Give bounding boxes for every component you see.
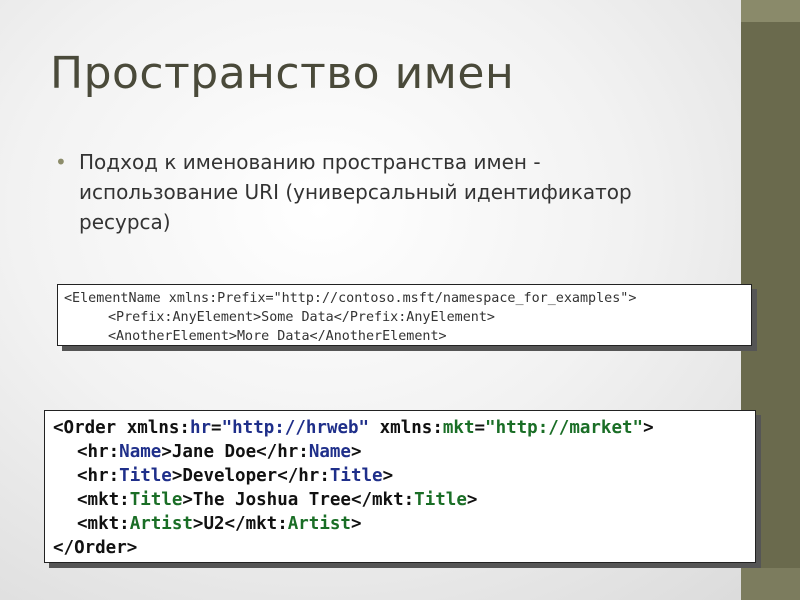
code-token: >U2</mkt: (192, 514, 288, 534)
slide: Пространство имен • Подход к именованию … (0, 0, 800, 600)
code-token: > (350, 514, 362, 534)
code-token: <mkt: (77, 514, 130, 534)
code-token-name: Name (308, 442, 351, 462)
bullet-dot-icon: • (55, 150, 67, 174)
code-line: <hr:Name>Jane Doe</hr:Name> (53, 440, 755, 464)
code-line: <mkt:Artist>U2</mkt:Artist> (53, 512, 755, 536)
code-token-name: Title (119, 466, 172, 486)
code-token: > (350, 442, 362, 462)
code-token: >The Joshua Tree</mkt: (182, 490, 415, 510)
code-example-1: <ElementName xmlns:Prefix="http://contos… (57, 284, 752, 346)
code-token: >Jane Doe</hr: (161, 442, 309, 462)
side-decoration-bottom (741, 568, 800, 600)
bullet-text: Подход к именованию пространства имен - … (79, 150, 632, 234)
code-token: xmlns: (369, 418, 443, 438)
code-token-prefix: mkt (442, 418, 475, 438)
code-token-name: Artist (287, 514, 351, 534)
code-token-name: Name (119, 442, 162, 462)
code-token-prefix: hr (189, 418, 212, 438)
code-token: > (466, 490, 478, 510)
slide-title: Пространство имен (50, 48, 515, 99)
code-token-name: Title (414, 490, 467, 510)
code-token: > (382, 466, 394, 486)
code-line: <Prefix:AnyElement>Some Data</Prefix:Any… (108, 310, 495, 325)
code-line: <ElementName xmlns:Prefix="http://contos… (64, 291, 637, 306)
code-line: <AnotherElement>More Data</AnotherElemen… (108, 329, 447, 344)
code-token: <hr: (77, 442, 120, 462)
code-example-2: <Order xmlns:hr="http://hrweb" xmlns:mkt… (44, 410, 756, 563)
code-line: </Order> (53, 536, 755, 560)
code-token-name: Title (129, 490, 183, 510)
code-token-uri: "http://market" (485, 418, 644, 438)
code-token: > (643, 418, 654, 438)
code-token: <mkt: (77, 490, 130, 510)
code-token-uri: "http://hrweb" (221, 418, 370, 438)
bullet-item: • Подход к именованию пространства имен … (55, 147, 695, 237)
code-line: <Order xmlns:hr="http://hrweb" xmlns:mkt… (53, 416, 755, 440)
code-line: <hr:Title>Developer</hr:Title> (53, 464, 755, 488)
code-token: = (211, 418, 222, 438)
code-line: <mkt:Title>The Joshua Tree</mkt:Title> (53, 488, 755, 512)
code-token: = (474, 418, 486, 438)
code-token: <Order xmlns: (53, 418, 190, 438)
code-token-name: Artist (129, 514, 193, 534)
code-token-name: Title (329, 466, 383, 486)
code-token: >Developer</hr: (171, 466, 330, 486)
side-decoration-top (741, 0, 800, 22)
code-token: </Order> (53, 538, 138, 558)
code-token: <hr: (77, 466, 120, 486)
